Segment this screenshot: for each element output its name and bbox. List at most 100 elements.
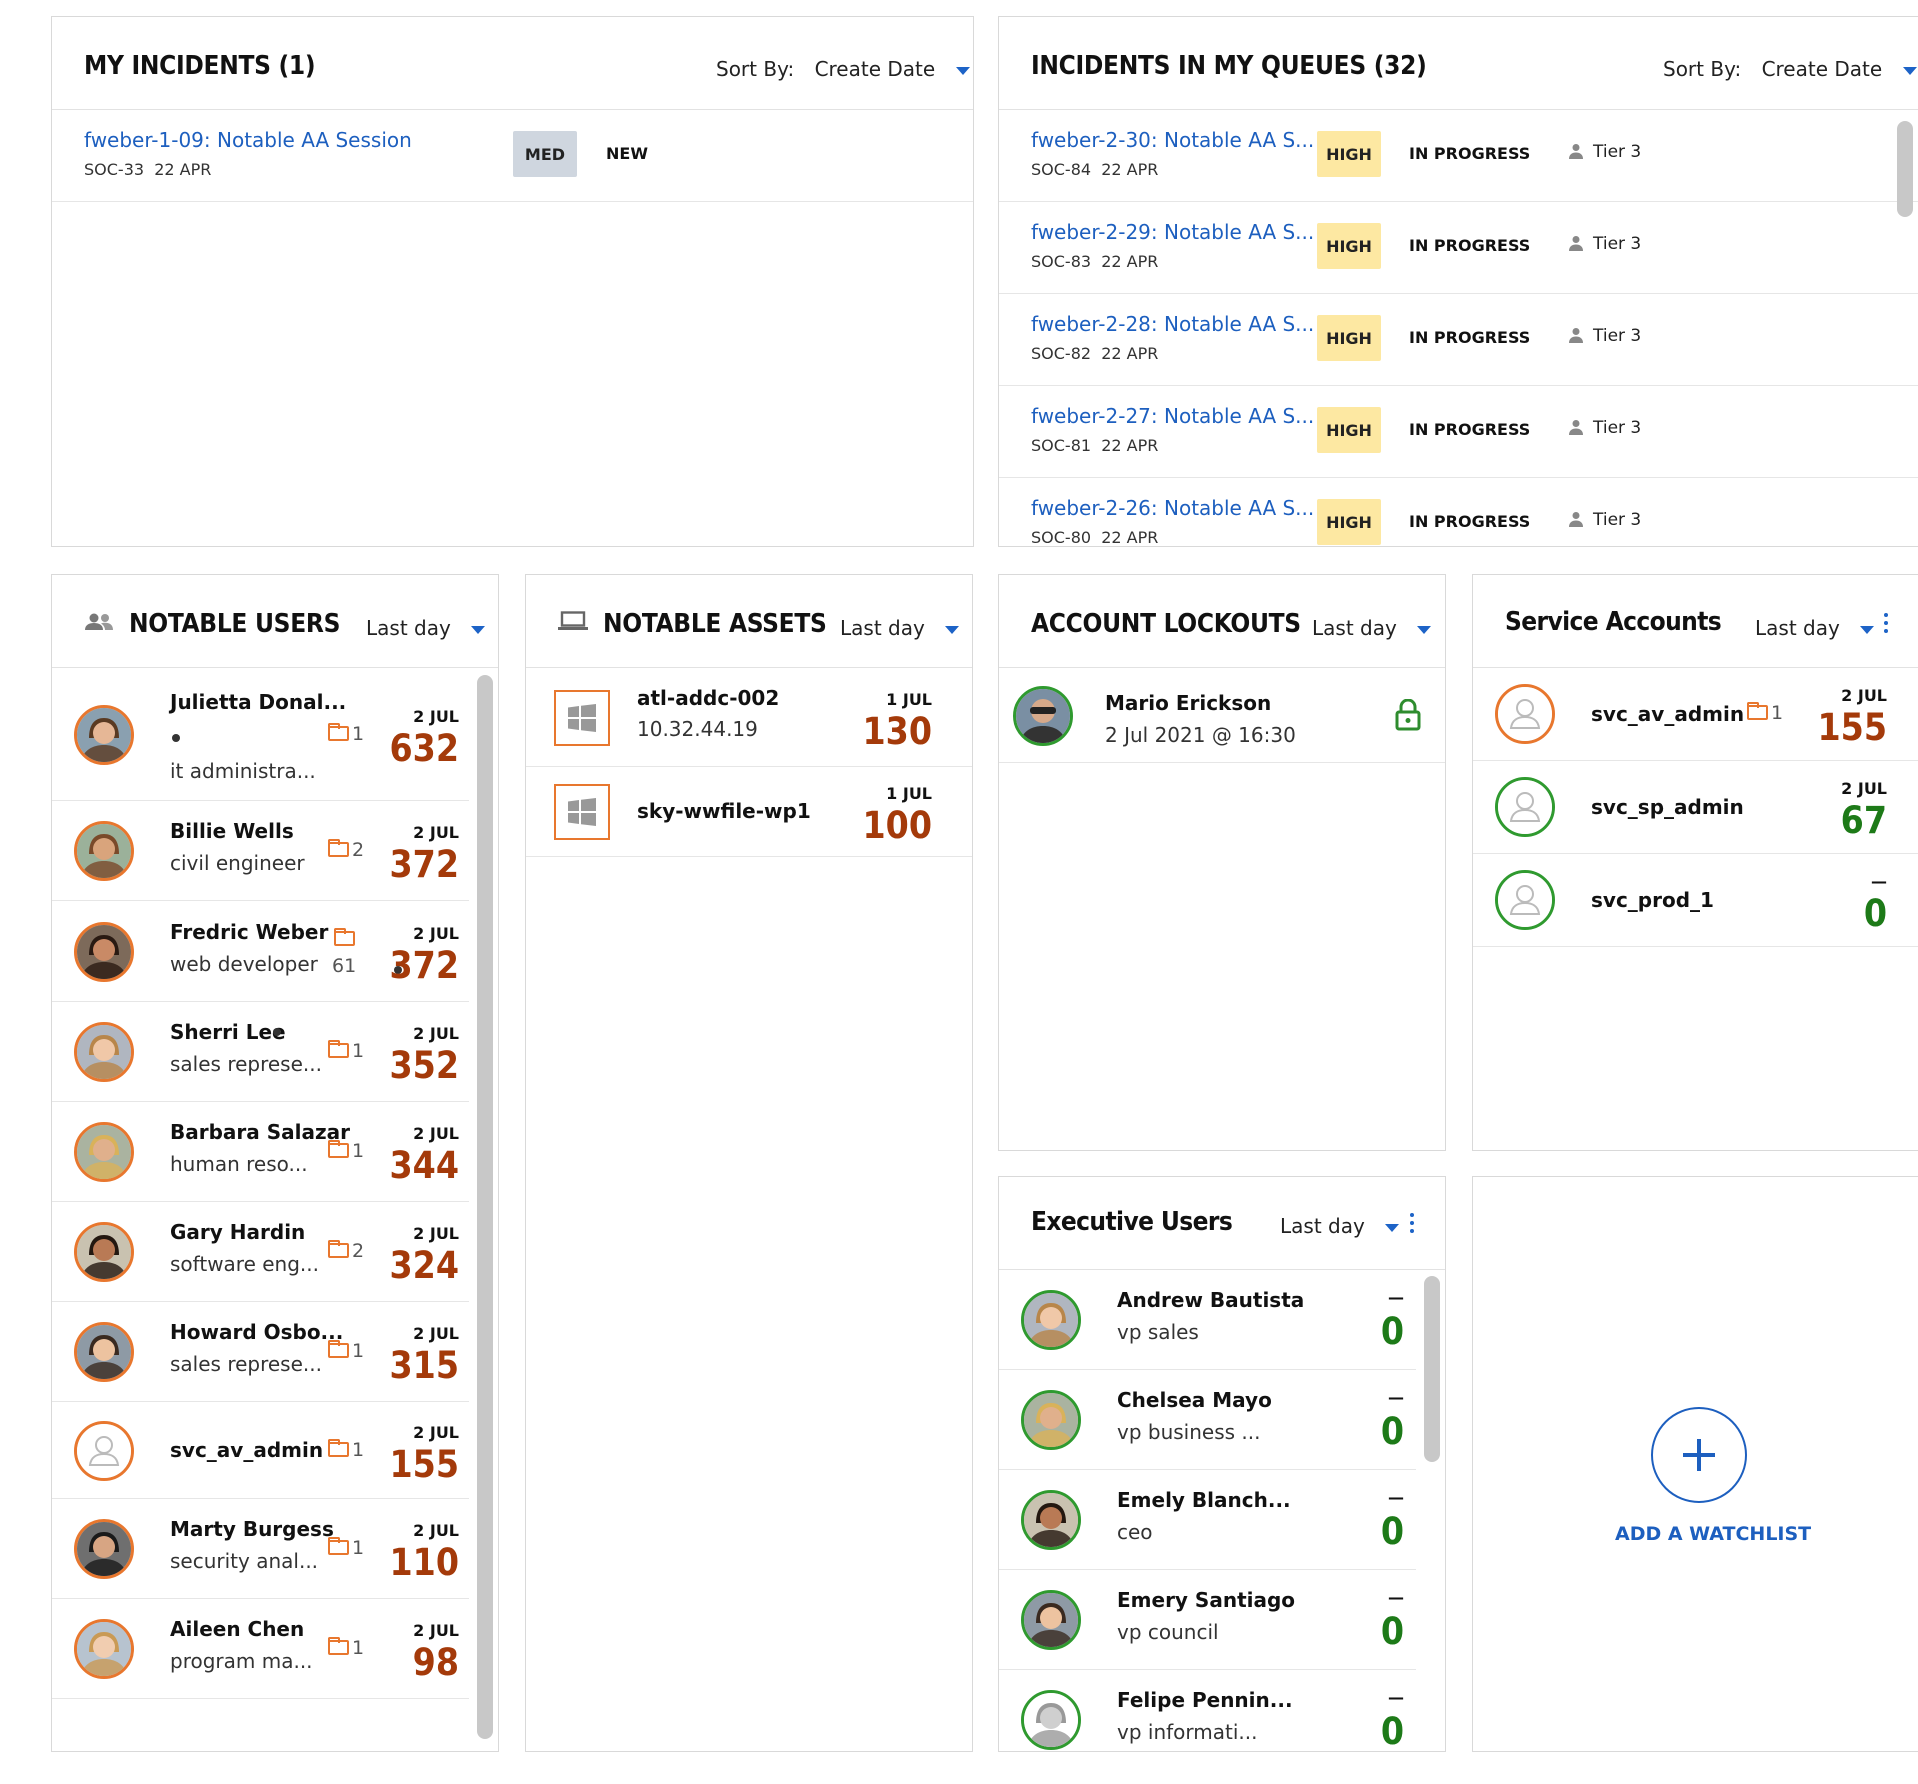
user-row[interactable]: Billie Wells civil engineer 2 2 JUL 372 [52,801,469,901]
executive-user-row[interactable]: Emely Blanch... ceo — 0 [999,1470,1416,1570]
user-role: ceo [1117,1520,1153,1544]
sort-by-control[interactable]: Sort By: Create Date [716,57,970,81]
user-role: software eng... [170,1252,319,1276]
executive-scrollbar[interactable] [1424,1276,1440,1462]
incident-title-link[interactable]: fweber-2-26: Notable AA S... [1031,496,1314,520]
user-row[interactable]: Sherri Lee sales represe... 1 2 JUL 352 [52,1002,469,1102]
asset-row[interactable]: sky-wwfile-wp1 1 JUL 100 [526,767,972,857]
add-watchlist-panel: ADD A WATCHLIST [1472,1176,1918,1752]
avatar [74,1420,134,1481]
add-watchlist-label[interactable]: ADD A WATCHLIST [1615,1523,1811,1545]
asset-name: sky-wwfile-wp1 [637,799,811,823]
time-range-dropdown[interactable]: Last day [366,616,486,640]
activity-date: 2 JUL [413,1621,459,1640]
service-account-row[interactable]: svc_prod_1 —0 [1473,854,1918,947]
incident-title-link[interactable]: fweber-2-27: Notable AA S... [1031,404,1314,428]
user-row[interactable]: Fredric Weber web developer 61 2 JUL 372 [52,901,469,1002]
executive-user-row[interactable]: Emery Santiago vp council — 0 [999,1570,1416,1670]
user-role: civil engineer [170,851,305,875]
incident-row[interactable]: fweber-2-30: Notable AA S... SOC-84 22 AP… [999,110,1918,202]
service-account-name: svc_av_admin [1591,702,1745,726]
avatar [1021,1390,1081,1450]
activity-date: — [1388,1388,1404,1407]
activity-date: 2 JUL [413,823,459,842]
avatar [74,1519,134,1579]
time-range-dropdown[interactable]: Last day [1755,616,1875,640]
folder-count-value: 2 [352,839,365,861]
status-dot [172,734,180,742]
caret-down-icon [1860,625,1875,634]
lockout-time: 2 Jul 2021 @ 16:30 [1105,723,1296,747]
user-row[interactable]: Aileen Chen program ma... 1 2 JUL 98 [52,1599,469,1699]
person-icon [1569,328,1583,343]
add-watchlist-button[interactable] [1651,1407,1747,1503]
incident-row[interactable]: fweber-2-29: Notable AA S... SOC-83 22 AP… [999,202,1918,294]
caret-down-icon [1902,66,1917,75]
incident-title-link[interactable]: fweber-2-29: Notable AA S... [1031,220,1314,244]
folder-count [334,927,358,950]
user-row[interactable]: svc_av_admin 1 2 JUL 155 [52,1402,469,1499]
incident-row[interactable]: fweber-1-09: Notable AA Session SOC-33 2… [52,110,973,202]
user-row[interactable]: Howard Osbo... sales represe... 1 2 JUL 315 [52,1302,469,1402]
incident-title-link[interactable]: fweber-2-30: Notable AA S... [1031,128,1314,152]
windows-icon [554,784,610,840]
incident-id: SOC-33 [84,160,145,179]
executive-user-row[interactable]: Andrew Bautista vp sales — 0 [999,1270,1416,1370]
sort-by-control[interactable]: Sort By: Create Date [1663,57,1917,81]
lockout-row[interactable]: Mario Erickson 2 Jul 2021 @ 16:30 [999,668,1445,763]
risk-score: 110 [389,1541,459,1584]
user-name: svc_av_admin [170,1437,324,1462]
executive-user-row[interactable]: Chelsea Mayo vp business ... — 0 [999,1370,1416,1470]
avatar [1495,777,1555,837]
time-range-dropdown[interactable]: Last day [1312,616,1432,640]
more-options-icon[interactable] [1884,613,1888,633]
service-account-row[interactable]: svc_av_admin 1 2 JUL 155 [1473,668,1918,761]
executive-users-header: Executive Users Last day [999,1177,1445,1270]
asset-row[interactable]: atl-addc-002 10.32.44.19 1 JUL 130 [526,668,972,767]
incident-row[interactable]: fweber-2-26: Notable AA S... SOC-80 22 AP… [999,478,1918,546]
folder-icon [328,1040,349,1058]
risk-score: 0 [1863,892,1887,935]
folder-count: 1 [328,1537,364,1559]
user-role: program ma... [170,1649,313,1673]
user-role: web developer [170,951,318,976]
queue-incidents-panel: INCIDENTS IN MY QUEUES (32) Sort By: Cre… [998,16,1918,547]
incident-date: 22 APR [1101,160,1159,179]
incident-meta: SOC-84 22 APR [1031,160,1158,179]
incident-title-link[interactable]: fweber-2-28: Notable AA S... [1031,312,1314,336]
assignee-label: Tier 3 [1593,418,1642,438]
service-account-row[interactable]: svc_sp_admin 2 JUL 67 [1473,761,1918,854]
folder-icon [328,1340,349,1358]
time-range-dropdown[interactable]: Last day [1280,1214,1400,1238]
avatar [1495,684,1555,744]
risk-score: 67 [1840,799,1887,842]
sort-by-label: Sort By: [716,57,795,81]
risk-score: 155 [389,1442,459,1486]
incident-title-link[interactable]: fweber-1-09: Notable AA Session [84,128,412,152]
risk-score: 324 [389,1244,459,1287]
queue-scrollbar[interactable] [1897,121,1913,217]
user-name: Aileen Chen [170,1617,305,1641]
users-scrollbar[interactable] [477,675,493,1739]
user-row[interactable]: Marty Burgess security anal... 1 2 JUL 110 [52,1499,469,1599]
risk-score: 0 [1380,1610,1404,1653]
risk-score: 155 [1817,706,1887,749]
incident-row[interactable]: fweber-2-28: Notable AA S... SOC-82 22 AP… [999,294,1918,386]
activity-date: — [1871,872,1887,891]
user-role: vp business ... [1117,1420,1261,1444]
user-role: human reso... [170,1152,308,1176]
avatar [1021,1490,1081,1550]
executive-user-row[interactable]: Felipe Pennin... vp informati... — 0 [999,1670,1416,1751]
avatar [74,821,134,881]
more-options-icon[interactable] [1410,1213,1414,1233]
incident-row[interactable]: fweber-2-27: Notable AA S... SOC-81 22 AP… [999,386,1918,478]
time-range-dropdown[interactable]: Last day [840,616,960,640]
user-row[interactable]: Barbara Salazar human reso... 1 2 JUL 344 [52,1102,469,1202]
assignee-label: Tier 3 [1593,326,1642,346]
folder-count: 1 [1747,702,1783,724]
activity-date: 2 JUL [1841,686,1887,705]
user-row[interactable]: Julietta Donal... it administra... 1 2 JUL 6… [52,668,469,801]
notable-users-header: NOTABLE USERS Last day [52,575,498,668]
user-row[interactable]: Gary Hardin software eng... 2 2 JUL 324 [52,1202,469,1302]
risk-score: 0 [1380,1510,1404,1553]
